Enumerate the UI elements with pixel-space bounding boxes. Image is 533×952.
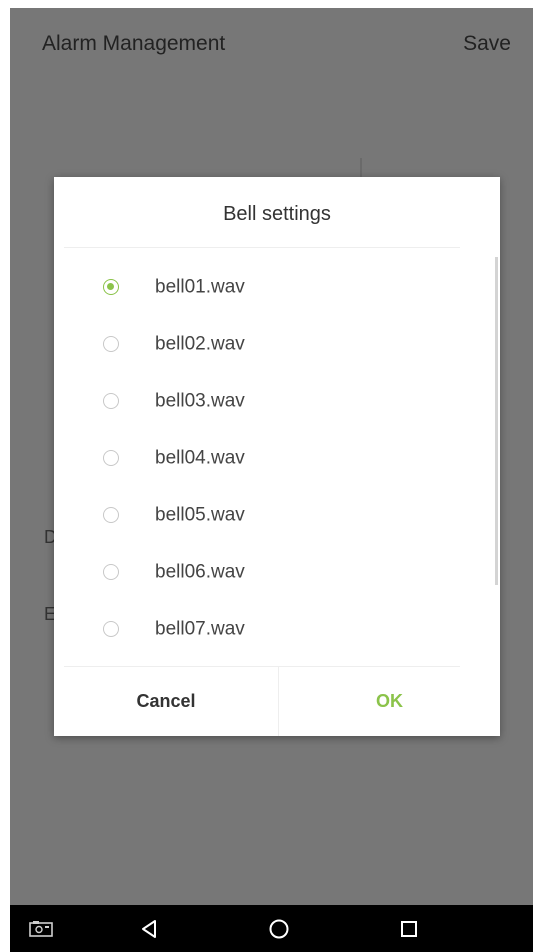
home-icon[interactable] [254,905,304,952]
bell-option-label: bell04.wav [155,447,245,469]
dialog-title: Bell settings [223,203,331,225]
ok-button[interactable]: OK [279,667,500,736]
bell-option-label: bell03.wav [155,390,245,412]
bell-option-label: bell02.wav [155,333,245,355]
bell-option-4[interactable]: bell04.wav [54,430,500,487]
bell-option-2[interactable]: bell02.wav [54,316,500,373]
app-header: Alarm Management Save [10,8,533,78]
radio-button[interactable] [103,449,119,466]
bell-settings-dialog: Bell settings bell01.wav bell02.wav bell… [54,177,500,736]
screen: Alarm Management Save D E Bell settings … [10,8,533,952]
radio-button[interactable] [103,563,119,580]
dialog-buttons: Cancel OK [54,667,500,736]
radio-button[interactable] [103,620,119,637]
radio-button[interactable] [103,506,119,523]
save-button[interactable]: Save [463,32,511,56]
recents-icon[interactable] [384,905,434,952]
title-divider [64,247,460,248]
navigation-bar [10,905,533,952]
bell-option-7[interactable]: bell07.wav [54,601,500,658]
bell-option-label: bell06.wav [155,561,245,583]
bell-option-3[interactable]: bell03.wav [54,373,500,430]
radio-button[interactable] [103,392,119,409]
bell-option-label: bell05.wav [155,504,245,526]
bell-option-label: bell07.wav [155,618,245,640]
cancel-button[interactable]: Cancel [54,667,278,736]
back-icon[interactable] [124,905,174,952]
radio-button[interactable] [103,335,119,352]
screenshot-icon[interactable] [16,905,66,952]
bell-option-6[interactable]: bell06.wav [54,544,500,601]
bell-option-5[interactable]: bell05.wav [54,487,500,544]
bell-option-label: bell01.wav [155,276,245,298]
scrollbar[interactable] [495,257,498,585]
bell-list: bell01.wav bell02.wav bell03.wav bell04.… [54,259,500,664]
page-title: Alarm Management [42,32,226,55]
radio-button-checked[interactable] [103,278,119,295]
bell-option-1[interactable]: bell01.wav [54,259,500,316]
